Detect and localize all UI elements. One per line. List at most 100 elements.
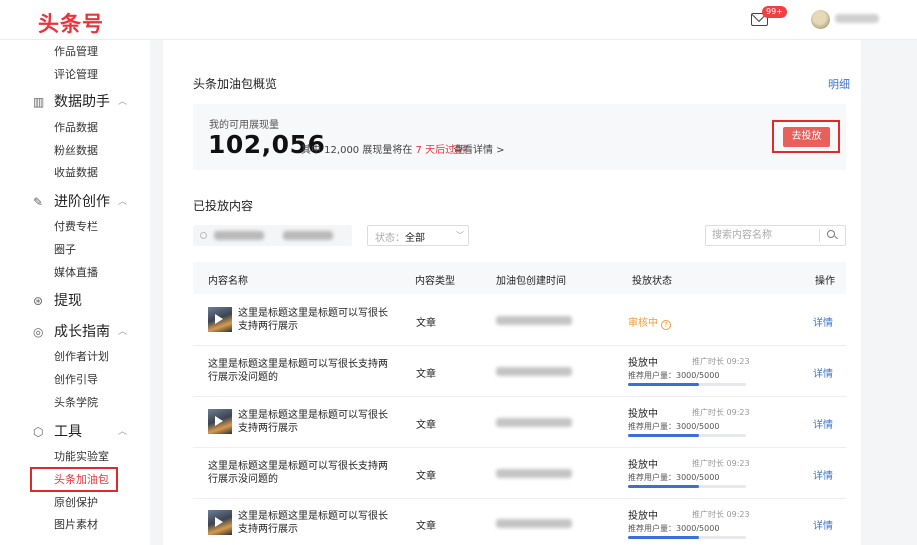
available-impressions-label: 我的可用展现量 <box>209 120 279 131</box>
row-created-time-blurred <box>496 418 572 427</box>
header-action: 操作 <box>815 276 835 287</box>
progress-bar <box>628 536 746 539</box>
compass-icon: ◎ <box>33 325 44 339</box>
row-created-time-blurred <box>496 519 572 528</box>
expiry-note: 其中 12,000 展现量将在 7 天后过期 <box>301 141 465 156</box>
row-divider <box>193 396 846 397</box>
sidebar-item-lab[interactable]: 功能实验室 <box>54 450 109 464</box>
row-title-line2[interactable]: 支持两行展示 <box>238 320 298 334</box>
sidebar-item-fuel-pack[interactable]: 头条加油包 <box>54 473 109 487</box>
top-bar: 头条号 99+ <box>0 0 917 40</box>
sidebar-item-guide[interactable]: 创作引导 <box>54 373 98 387</box>
sidebar-group-growth[interactable]: 成长指南 <box>54 324 110 340</box>
row-type: 文章 <box>416 521 436 532</box>
detail-link[interactable]: 明细 <box>828 76 850 92</box>
thumbnail-image[interactable] <box>208 409 232 434</box>
row-detail-link[interactable]: 详情 <box>813 467 833 482</box>
bar-chart-icon: ▥ <box>33 95 45 109</box>
chevron-up-icon[interactable]: ︿ <box>118 94 127 110</box>
row-created-time-blurred <box>496 316 572 325</box>
sidebar-item-creator-plan[interactable]: 创作者计划 <box>54 350 109 364</box>
thumbnail-image[interactable] <box>208 510 232 535</box>
row-detail-link[interactable]: 详情 <box>813 416 833 431</box>
row-title[interactable]: 这里是标题这里是标题可以写很长 <box>238 409 388 423</box>
yuan-coin-icon: ⊛ <box>33 294 44 308</box>
row-divider <box>193 498 846 499</box>
thumbnail-image[interactable] <box>208 307 232 332</box>
progress-fill <box>628 536 699 539</box>
progress-bar <box>628 434 746 437</box>
row-divider <box>193 345 846 346</box>
row-created-time-blurred <box>496 367 572 376</box>
sidebar-item-academy[interactable]: 头条学院 <box>54 396 98 410</box>
row-detail-link[interactable]: 详情 <box>813 365 833 380</box>
row-created-time-blurred <box>496 469 572 478</box>
recommended-users: 推荐用户量：3000/5000 <box>628 524 720 533</box>
row-title-line2[interactable]: 支持两行展示 <box>238 523 298 537</box>
row-detail-link[interactable]: 详情 <box>813 517 833 532</box>
status-placing: 投放中 <box>628 409 658 420</box>
sidebar-group-tools[interactable]: 工具 <box>54 424 82 440</box>
end-date-blurred <box>283 231 333 240</box>
chevron-up-icon[interactable]: ︿ <box>118 324 127 340</box>
status-placing: 投放中 <box>628 460 658 471</box>
progress-bar <box>628 485 746 488</box>
go-place-button[interactable]: 去投放 <box>783 127 830 147</box>
sidebar-item-income-data[interactable]: 收益数据 <box>54 166 98 180</box>
username-blurred[interactable] <box>835 14 879 23</box>
row-type: 文章 <box>416 318 436 329</box>
logo[interactable]: 头条号 <box>38 8 104 38</box>
question-icon[interactable]: ? <box>661 320 671 330</box>
sidebar-item-images[interactable]: 图片素材 <box>54 518 98 532</box>
expiry-note-text: 其中 12,000 展现量将在 <box>301 145 413 156</box>
edit-icon: ✎ <box>33 195 44 209</box>
row-title-line2[interactable]: 行展示没问题的 <box>208 473 278 487</box>
avatar[interactable] <box>811 10 830 29</box>
box-icon: ⬡ <box>33 425 44 439</box>
row-type: 文章 <box>416 471 436 482</box>
sidebar-item-work-data[interactable]: 作品数据 <box>54 121 98 135</box>
status-label-text: 状态： <box>375 233 405 244</box>
row-title[interactable]: 这里是标题这里是标题可以写很长支持两 <box>208 460 388 474</box>
row-title-line2[interactable]: 行展示没问题的 <box>208 371 278 385</box>
sidebar-item-original[interactable]: 原创保护 <box>54 496 98 510</box>
chevron-up-icon[interactable]: ︿ <box>118 424 127 440</box>
start-date-blurred <box>214 231 264 240</box>
status-select-label: 状态：全部 <box>375 229 425 244</box>
calendar-icon <box>200 232 207 239</box>
progress-bar <box>628 383 746 386</box>
row-detail-link[interactable]: 详情 <box>813 314 833 329</box>
row-title[interactable]: 这里是标题这里是标题可以写很长 <box>238 307 388 321</box>
search-input[interactable] <box>712 228 812 242</box>
progress-fill <box>628 485 699 488</box>
chevron-up-icon[interactable]: ︿ <box>118 194 127 210</box>
header-created-time: 加油包创建时间 <box>496 276 566 287</box>
sidebar-group-withdraw[interactable]: 提现 <box>54 293 82 309</box>
notification-badge: 99+ <box>762 6 787 18</box>
search-icon[interactable] <box>827 230 835 238</box>
status-placing: 投放中 <box>628 358 658 369</box>
status-reviewing: 审核中? <box>628 314 671 330</box>
progress-fill <box>628 383 699 386</box>
sidebar-item-live[interactable]: 媒体直播 <box>54 266 98 280</box>
header-content-type: 内容类型 <box>415 276 455 287</box>
sidebar-item-fans-data[interactable]: 粉丝数据 <box>54 144 98 158</box>
header-content-name: 内容名称 <box>208 276 248 287</box>
promotion-duration: 推广时长 09:23 <box>692 408 750 417</box>
recommended-users: 推荐用户量：3000/5000 <box>628 371 720 380</box>
sidebar-item-comments[interactable]: 评论管理 <box>54 68 98 82</box>
recommended-users: 推荐用户量：3000/5000 <box>628 473 720 482</box>
sidebar-group-advanced[interactable]: 进阶创作 <box>54 194 110 210</box>
view-details-link[interactable]: 查看详情 > <box>453 141 505 156</box>
sidebar-item-circle[interactable]: 圈子 <box>54 243 76 257</box>
header-status: 投放状态 <box>632 276 672 287</box>
sidebar-item-works[interactable]: 作品管理 <box>54 45 98 59</box>
row-title-line2[interactable]: 支持两行展示 <box>238 422 298 436</box>
row-title[interactable]: 这里是标题这里是标题可以写很长支持两 <box>208 358 388 372</box>
promotion-duration: 推广时长 09:23 <box>692 357 750 366</box>
sidebar-item-paid-column[interactable]: 付费专栏 <box>54 220 98 234</box>
search-divider <box>819 229 820 242</box>
chevron-down-icon[interactable]: ﹀ <box>456 230 464 241</box>
sidebar-group-data[interactable]: 数据助手 <box>54 94 110 110</box>
row-title[interactable]: 这里是标题这里是标题可以写很长 <box>238 510 388 524</box>
